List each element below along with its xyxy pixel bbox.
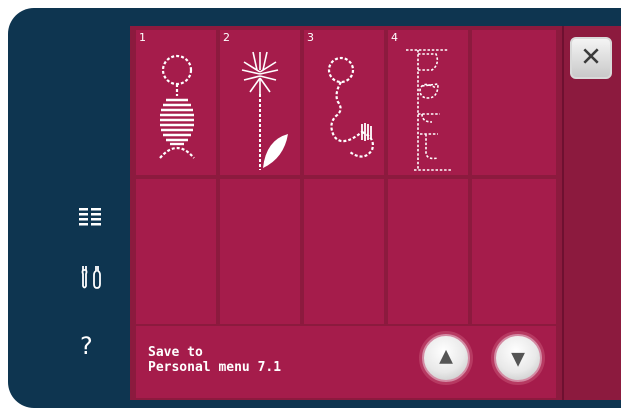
stitch-cell-6[interactable]: [136, 179, 216, 324]
scroll-up-button[interactable]: ▲: [422, 334, 470, 382]
stitch-cell-4[interactable]: 4: [388, 30, 468, 175]
help-glyph: ?: [80, 332, 93, 360]
tools-icon[interactable]: [80, 264, 102, 290]
stitch-cell-2[interactable]: 2: [220, 30, 300, 175]
right-panel: [562, 26, 621, 400]
stitch-cell-9[interactable]: [388, 179, 468, 324]
stitch-cell-7[interactable]: [220, 179, 300, 324]
scroll-down-button[interactable]: ▼: [494, 334, 542, 382]
save-line-1: Save to: [148, 345, 203, 360]
save-footer: Save to Personal menu 7.1 ▲ ▼: [136, 326, 556, 398]
flower-stitch-icon: [241, 51, 288, 170]
arrow-down-icon: ▼: [511, 348, 525, 370]
save-destination-text: Save to Personal menu 7.1: [148, 345, 281, 375]
close-button[interactable]: ✕: [570, 37, 612, 79]
help-icon[interactable]: ?: [80, 333, 93, 359]
stitch-grid: 1 2 3 4: [136, 30, 556, 324]
save-line-2: Personal menu 7.1: [148, 360, 282, 375]
arrow-up-icon: ▲: [439, 345, 453, 367]
letters-stitch-icon: [406, 49, 452, 171]
circle-stack-stitch-icon: [159, 54, 195, 159]
close-icon: ✕: [580, 42, 602, 73]
stitch-cell-10[interactable]: [472, 179, 556, 324]
stitch-cell-1[interactable]: 1: [136, 30, 216, 175]
stitch-cell-5[interactable]: [472, 30, 556, 175]
menu-list-icon[interactable]: [79, 207, 101, 227]
stitch-cell-3[interactable]: 3: [304, 30, 384, 175]
stitch-panel: 1 2 3 4 Save to Personal menu 7.1 ▲ ▼: [130, 26, 562, 400]
stitch-cell-8[interactable]: [304, 179, 384, 324]
swirl-stitch-icon: [327, 56, 374, 158]
